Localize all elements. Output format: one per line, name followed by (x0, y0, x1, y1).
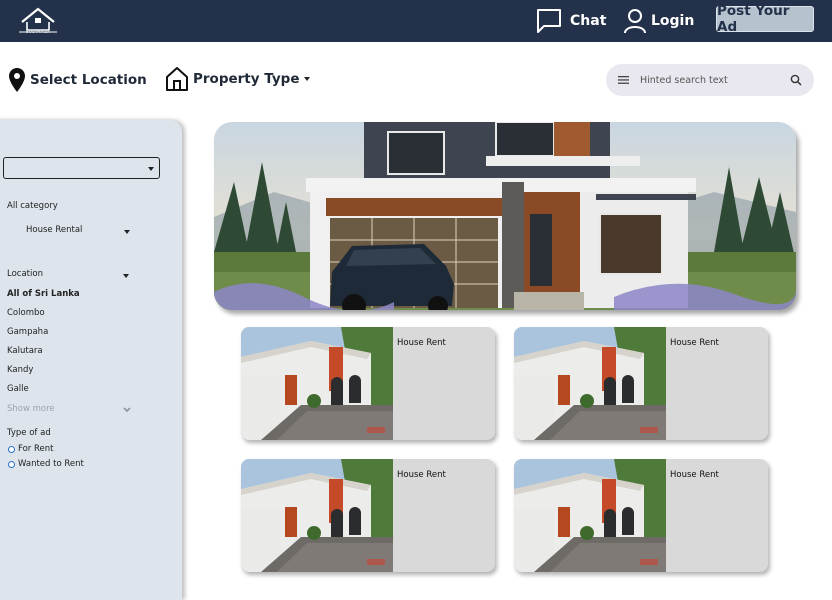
type-of-ad-label: Type of ad (7, 428, 51, 438)
location-item-kalutara[interactable]: Kalutara (7, 346, 43, 356)
filter-sidebar: All category House Rental Location All o… (0, 120, 182, 600)
for-rent-radio[interactable] (8, 446, 15, 453)
listing-title: House Rent (397, 470, 446, 480)
listing-photo (241, 327, 393, 440)
location-item-kandy[interactable]: Kandy (7, 365, 33, 375)
search-input[interactable] (640, 74, 790, 86)
login-label: Login (651, 13, 695, 29)
show-more-button[interactable]: Show more (7, 402, 133, 416)
chevron-down-icon (123, 407, 131, 413)
listing-title: House Rent (670, 470, 719, 480)
listing-card[interactable]: House Rent (241, 327, 495, 440)
login-link[interactable]: Login (623, 6, 694, 36)
location-item-gampaha[interactable]: Gampaha (7, 327, 48, 337)
chat-label: Chat (570, 13, 607, 29)
wanted-to-rent-radio[interactable] (8, 461, 15, 468)
location-pin-icon (9, 68, 25, 92)
chevron-down-icon (148, 167, 154, 171)
chat-icon (537, 9, 561, 33)
wanted-to-rent-label: Wanted to Rent (18, 459, 84, 469)
top-navigation-bar: BODIMA.LK Chat Login Post Your Ad (0, 0, 832, 42)
location-item-all-sri-lanka[interactable]: All of Sri Lanka (7, 289, 80, 299)
search-icon[interactable] (790, 74, 802, 86)
chat-link[interactable]: Chat (536, 8, 606, 34)
menu-icon[interactable] (618, 75, 630, 85)
sidebar-top-dropdown[interactable] (3, 157, 160, 179)
listing-card[interactable]: House Rent (241, 459, 495, 572)
select-location-label: Select Location (30, 72, 147, 88)
hero-banner-image (214, 122, 796, 310)
location-label: Location (7, 269, 43, 279)
for-rent-label: For Rent (18, 444, 54, 454)
search-bar (606, 64, 814, 96)
category-dropdown[interactable]: House Rental (20, 222, 132, 238)
chevron-down-icon (123, 274, 129, 278)
listing-photo (514, 459, 666, 572)
location-item-colombo[interactable]: Colombo (7, 308, 45, 318)
category-value: House Rental (26, 225, 83, 235)
all-category-label: All category (7, 201, 58, 211)
property-type-dropdown[interactable]: Property Type (165, 66, 311, 92)
logo-text: BODIMA.LK (25, 29, 51, 34)
property-type-label: Property Type (193, 71, 300, 87)
listing-card[interactable]: House Rent (514, 459, 768, 572)
listing-photo (241, 459, 393, 572)
select-location-button[interactable]: Select Location (8, 67, 147, 93)
user-icon (624, 9, 646, 34)
home-icon (166, 67, 188, 91)
listing-title: House Rent (397, 338, 446, 348)
location-item-galle[interactable]: Galle (7, 384, 29, 394)
chevron-down-icon (304, 77, 311, 81)
location-section-header[interactable]: Location (7, 267, 131, 281)
show-more-label: Show more (7, 404, 55, 414)
listing-photo (514, 327, 666, 440)
listing-card[interactable]: House Rent (514, 327, 768, 440)
post-ad-button[interactable]: Post Your Ad (716, 3, 814, 35)
chevron-down-icon (124, 230, 130, 234)
filter-bar: Select Location Property Type (0, 42, 832, 112)
listing-title: House Rent (670, 338, 719, 348)
